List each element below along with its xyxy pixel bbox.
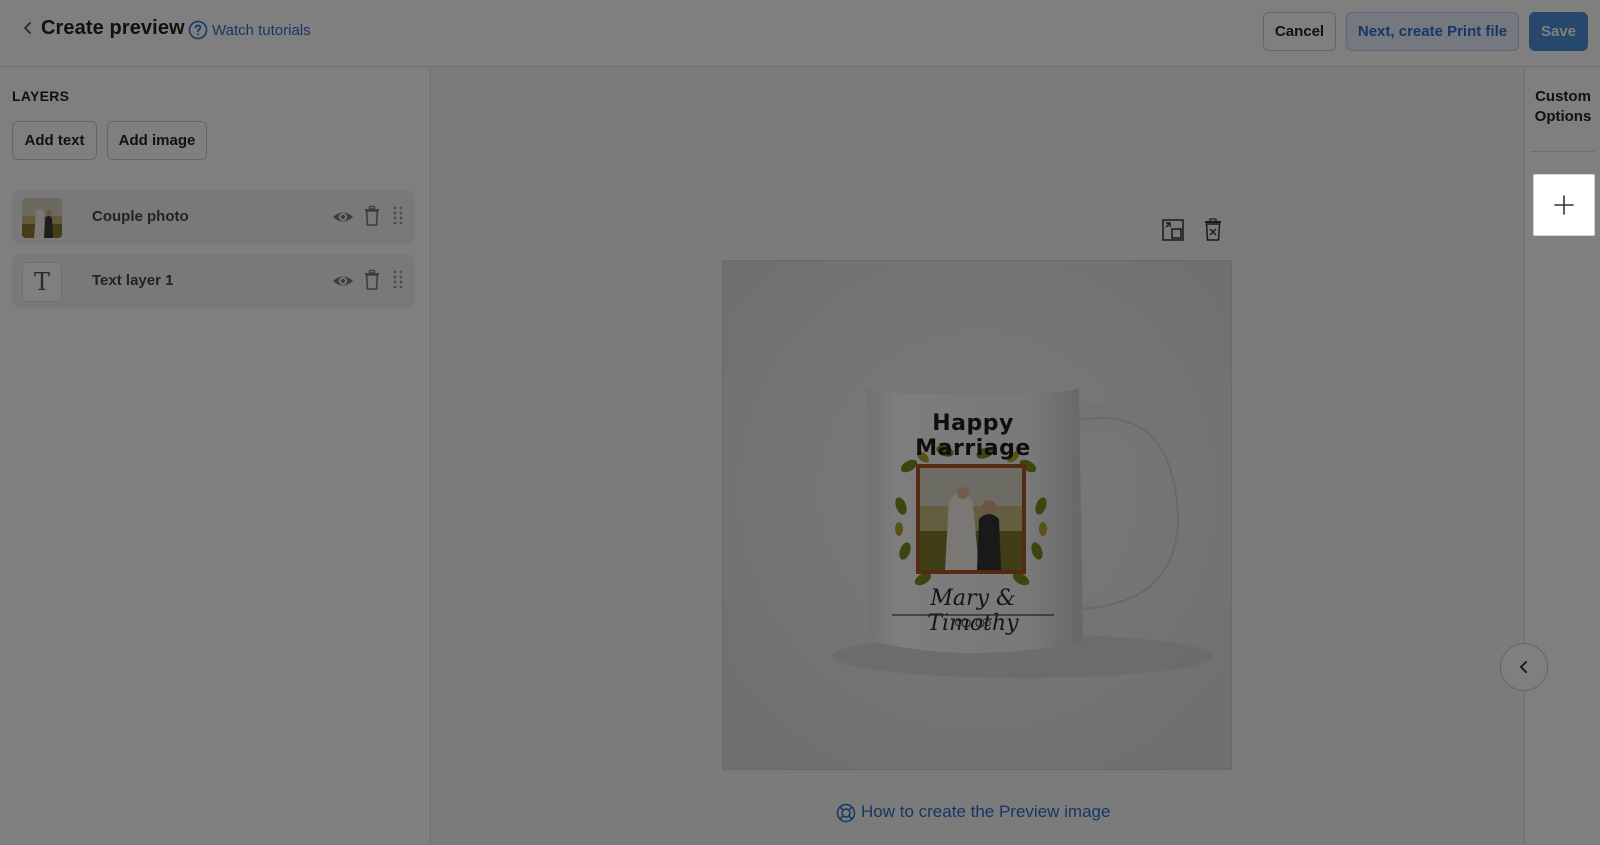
text-layer-icon: T	[22, 262, 62, 302]
lifebuoy-icon[interactable]	[836, 803, 856, 823]
layer-item-couple-photo[interactable]: Couple photo	[12, 190, 415, 244]
top-bar: Create preview Watch tutorials Cancel Ne…	[0, 0, 1600, 67]
mug-illustration	[723, 261, 1231, 769]
custom-options-title-line1: Custom	[1535, 88, 1591, 105]
trash-icon[interactable]	[362, 205, 382, 227]
add-text-button[interactable]: Add text	[12, 121, 97, 160]
replace-image-icon[interactable]	[1161, 218, 1185, 242]
chevron-left-icon	[1520, 661, 1527, 673]
layers-panel: LAYERS Add text Add image Couple photo T…	[0, 67, 431, 845]
divider	[1531, 151, 1595, 152]
plus-icon	[1554, 195, 1574, 215]
mug-title-text: Happy Marriage	[915, 411, 1031, 461]
next-create-print-file-button[interactable]: Next, create Print file	[1346, 12, 1519, 51]
chevron-left-icon[interactable]	[18, 18, 38, 38]
layer-item-text-layer-1[interactable]: T Text layer 1	[12, 254, 415, 308]
add-custom-option-button[interactable]	[1533, 174, 1595, 236]
flourish-ornament	[892, 614, 1054, 628]
layer-name: Couple photo	[92, 208, 189, 225]
mug-preview-image[interactable]: Happy Marriage Mary & Timothy	[722, 260, 1232, 770]
cancel-button[interactable]: Cancel	[1263, 12, 1336, 51]
add-image-button[interactable]: Add image	[107, 121, 207, 160]
delete-mockup-icon[interactable]	[1201, 218, 1225, 242]
couple-photo-thumbnail	[22, 198, 62, 238]
custom-options-title-line2: Options	[1534, 108, 1592, 125]
trash-icon[interactable]	[362, 269, 382, 291]
drag-handle-icon[interactable]	[392, 205, 404, 227]
how-to-create-preview-link[interactable]: How to create the Preview image	[861, 802, 1110, 822]
eye-icon[interactable]	[332, 270, 354, 292]
collapse-panel-button[interactable]	[1500, 643, 1548, 691]
save-button[interactable]: Save	[1529, 12, 1588, 51]
layer-name: Text layer 1	[92, 272, 174, 289]
eye-icon[interactable]	[332, 206, 354, 228]
layers-title: LAYERS	[12, 88, 70, 104]
page-title: Create preview	[41, 17, 185, 39]
watch-tutorials-link[interactable]: Watch tutorials	[212, 22, 311, 39]
custom-options-title: Custom Options	[1525, 87, 1600, 127]
drag-handle-icon[interactable]	[392, 269, 404, 291]
help-circle-icon[interactable]	[188, 20, 208, 40]
